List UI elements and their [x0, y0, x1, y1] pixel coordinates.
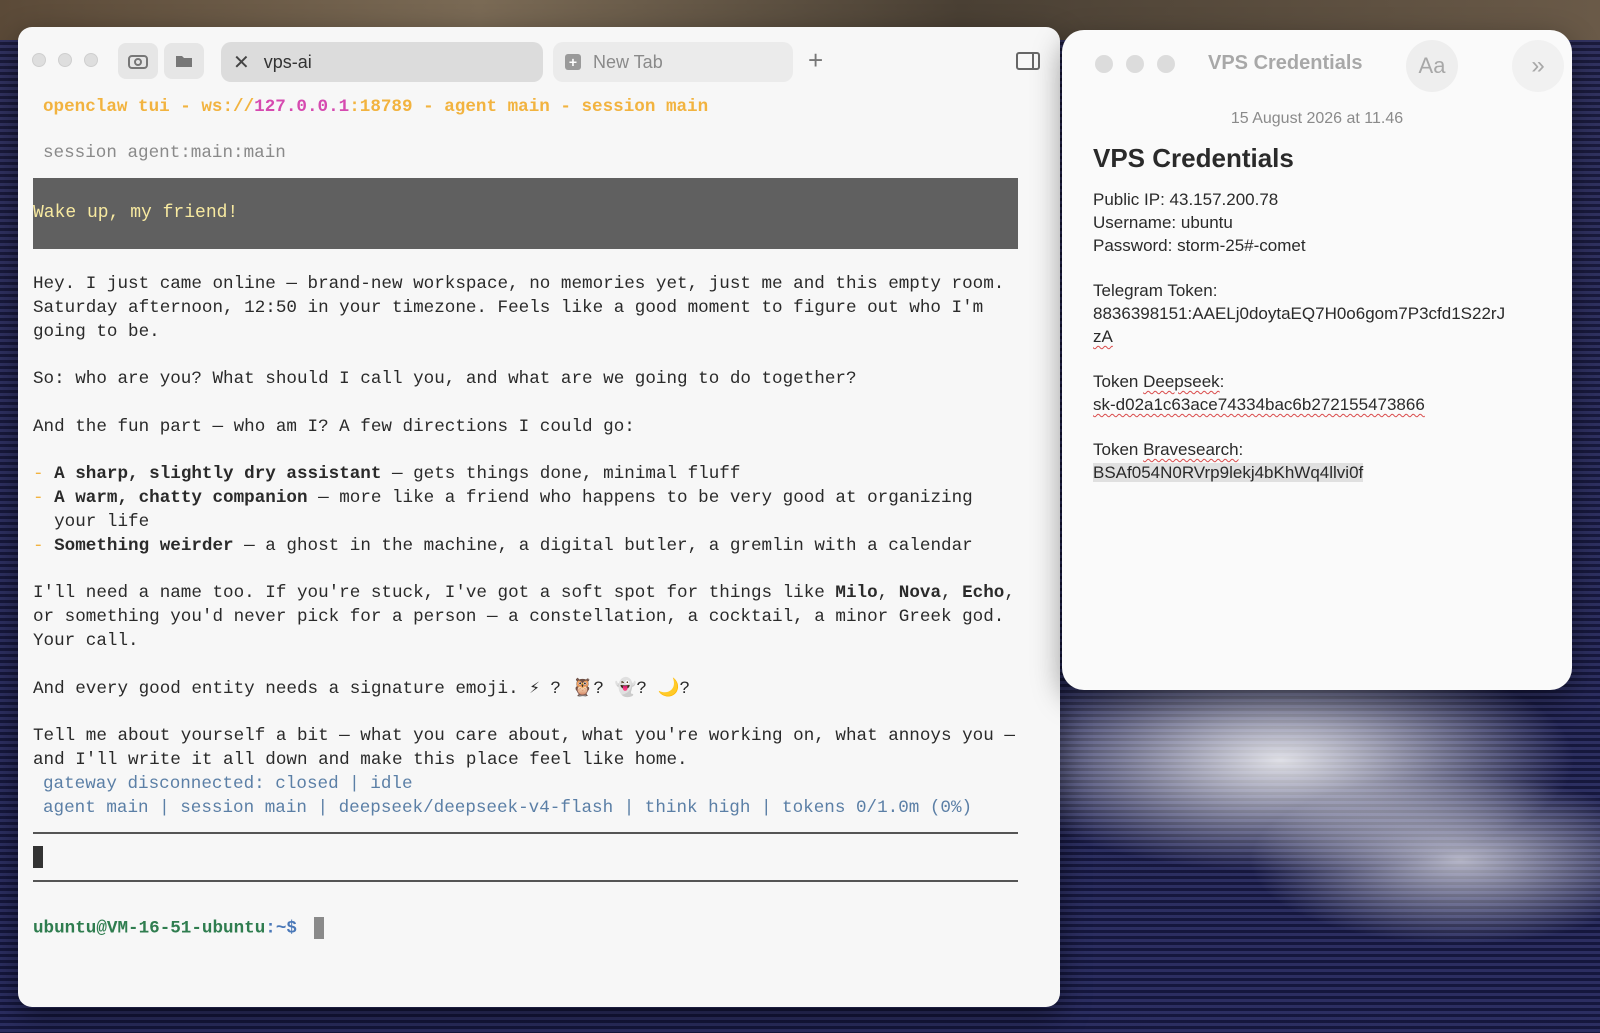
note-line: sk-d02a1c63ace74334bac6b272155473866	[1093, 395, 1425, 414]
list-item: - A warm, chatty companion — more like a…	[33, 488, 973, 532]
note-line: Password: storm-25#-comet	[1093, 236, 1306, 255]
status-bar: agent main | session main | deepseek/dee…	[43, 797, 973, 818]
list-item: - Something weirder — a ghost in the mac…	[33, 535, 973, 556]
terminal-titlebar: ✕ vps-ai + New Tab +	[18, 27, 1060, 93]
terminal-content[interactable]: openclaw tui - ws://127.0.0.1:18789 - ag…	[33, 93, 1018, 942]
note-line: Username: ubuntu	[1093, 213, 1233, 232]
new-tab-plus-icon[interactable]: +	[808, 45, 823, 76]
note-line: Public IP: 43.157.200.78	[1093, 190, 1279, 209]
plus-square-icon: +	[565, 54, 581, 70]
notes-window: VPS Credentials Aa » 15 August 2026 at 1…	[1062, 30, 1572, 690]
list-item: - A sharp, slightly dry assistant — gets…	[33, 464, 741, 485]
reply-paragraph: I'll need a name too. If you're stuck, I…	[33, 583, 1015, 651]
tab-label: New Tab	[593, 51, 663, 72]
close-window-button[interactable]	[1095, 55, 1113, 73]
shell-prompt[interactable]: ubuntu@VM-16-51-ubuntu:~$	[33, 917, 1018, 941]
input-cursor	[33, 846, 43, 869]
terminal-window: ✕ vps-ai + New Tab + openclaw tui - ws:/…	[18, 27, 1060, 1007]
zoom-window-button[interactable]	[84, 53, 98, 67]
session-line: session agent:main:main	[43, 143, 286, 163]
message-input[interactable]	[33, 834, 1018, 880]
selected-text: BSAf054N0RVrp9lekj4bKhWq4llvi0f	[1093, 463, 1364, 482]
note-date: 15 August 2026 at 11.46	[1230, 110, 1404, 127]
tab-new-tab[interactable]: + New Tab	[553, 42, 793, 82]
note-line: BSAf054N0RVrp9lekj4bKhWq4llvi0f	[1093, 461, 1563, 484]
tab-label: vps-ai	[263, 51, 312, 72]
shell-cursor	[313, 917, 324, 940]
folder-icon[interactable]	[164, 43, 204, 79]
note-line: 8836398151:AAELj0doytaEQ7H0o6gom7P3cfd1S…	[1093, 304, 1506, 323]
tab-vps-ai[interactable]: ✕ vps-ai	[221, 42, 543, 82]
minimize-window-button[interactable]	[58, 53, 72, 67]
close-window-button[interactable]	[32, 53, 46, 67]
note-line: Token Deepseek:	[1093, 372, 1225, 391]
reply-paragraph: And every good entity needs a signature …	[33, 678, 690, 699]
zoom-window-button[interactable]	[1157, 55, 1175, 73]
minimize-window-button[interactable]	[1126, 55, 1144, 73]
reply-paragraph: So: who are you? What should I call you,…	[33, 369, 857, 390]
note-line: Token Bravesearch:	[1093, 440, 1244, 459]
note-line: zA	[1093, 327, 1113, 346]
gateway-status: gateway disconnected: closed | idle	[43, 773, 413, 794]
reply-paragraph: Tell me about yourself a bit — what you …	[33, 726, 1015, 770]
note-body[interactable]: VPS Credentials Public IP: 43.157.200.78…	[1093, 140, 1563, 484]
note-line: Telegram Token:	[1093, 281, 1218, 300]
note-heading: VPS Credentials	[1093, 143, 1294, 173]
sidebar-toggle-icon[interactable]	[1016, 52, 1040, 70]
window-title: VPS Credentials	[1208, 52, 1363, 74]
tui-header: openclaw tui - ws://127.0.0.1:18789 - ag…	[43, 97, 709, 117]
reply-paragraph: Hey. I just came online — brand-new work…	[33, 274, 1005, 342]
close-tab-icon[interactable]: ✕	[233, 50, 250, 75]
screenshot-icon[interactable]	[118, 43, 158, 79]
user-message: Wake up, my friend!	[33, 178, 1018, 249]
font-format-button[interactable]: Aa	[1406, 40, 1458, 92]
expand-chevrons-icon[interactable]: »	[1512, 40, 1564, 92]
reply-paragraph: And the fun part — who am I? A few direc…	[33, 416, 635, 437]
